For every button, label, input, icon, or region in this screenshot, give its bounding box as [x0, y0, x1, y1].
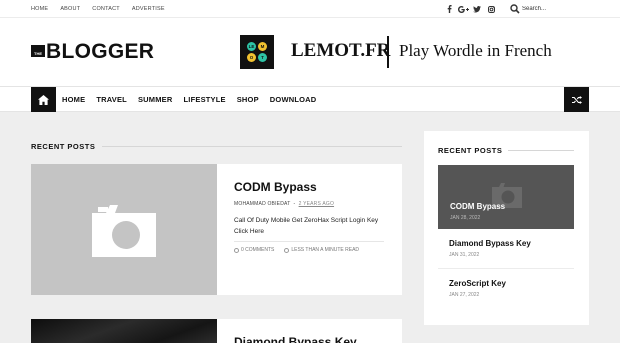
top-nav: HOME ABOUT CONTACT ADVERTISE — [31, 0, 177, 18]
post-divider — [234, 241, 384, 242]
ad-logo: LE M O T — [240, 35, 274, 69]
nav-items: HOME TRAVEL SUMMER LIFESTYLE SHOP DOWNLO… — [62, 87, 327, 112]
post-title[interactable]: CODM Bypass — [234, 180, 317, 194]
sidebar-featured-post[interactable]: CODM Bypass JAN 28, 2022 — [438, 165, 574, 229]
home-button[interactable] — [31, 87, 56, 112]
ad-banner[interactable]: LE M O T LEMOT.FR Play Wordle in French — [240, 33, 580, 71]
sidebar-heading: RECENT POSTS — [438, 146, 503, 155]
sidebar-post-title[interactable]: Diamond Bypass Key — [449, 239, 531, 248]
post-card[interactable]: Diamond Bypass Key — [31, 319, 402, 343]
shuffle-icon — [571, 95, 582, 104]
google-plus-icon[interactable] — [456, 0, 470, 18]
recent-posts-heading: RECENT POSTS — [31, 142, 96, 151]
sidebar-post-date: JAN 31, 2022 — [449, 252, 480, 258]
sidebar: RECENT POSTS CODM Bypass JAN 28, 2022 Di… — [424, 131, 589, 325]
top-link-advertise[interactable]: ADVERTISE — [132, 6, 165, 12]
sidebar-divider — [508, 150, 574, 151]
post-meta: MOHAMMAD OBIEDAT - 2 YEARS AGO — [234, 201, 334, 207]
social-links — [442, 0, 498, 18]
nav-item-travel[interactable]: TRAVEL — [96, 95, 127, 104]
ad-logo-letter: T — [258, 53, 267, 62]
shuffle-button[interactable] — [564, 87, 589, 112]
search-icon[interactable] — [510, 4, 520, 14]
nav-item-summer[interactable]: SUMMER — [138, 95, 173, 104]
sidebar-post-date: JAN 27, 2022 — [449, 292, 480, 298]
nav-item-lifestyle[interactable]: LIFESTYLE — [184, 95, 226, 104]
comment-icon — [234, 247, 239, 253]
featured-post-title[interactable]: CODM Bypass — [450, 202, 505, 211]
ad-tagline: Play Wordle in French — [399, 41, 552, 60]
post-title[interactable]: Diamond Bypass Key — [234, 335, 357, 343]
sidebar-post-title[interactable]: ZeroScript Key — [449, 279, 506, 288]
main-nav: HOME TRAVEL SUMMER LIFESTYLE SHOP DOWNLO… — [0, 86, 620, 112]
camera-icon — [92, 204, 156, 257]
meta-separator: - — [291, 201, 299, 207]
featured-post-date: JAN 28, 2022 — [450, 215, 481, 221]
post-footer: 0 COMMENTS LESS THAN A MINUTE READ — [234, 247, 359, 253]
logo-badge: THE — [31, 45, 45, 57]
post-thumbnail[interactable] — [31, 164, 217, 295]
nav-item-shop[interactable]: SHOP — [237, 95, 259, 104]
home-icon — [38, 94, 49, 105]
logo-text: BLOGGER — [46, 39, 155, 63]
sidebar-item-divider — [438, 268, 574, 269]
post-read-time: LESS THAN A MINUTE READ — [291, 247, 360, 253]
post-comments[interactable]: 0 COMMENTS — [241, 247, 274, 253]
ad-logo-letter: O — [247, 53, 256, 62]
post-excerpt: Call Of Duty Mobile Get ZeroHax Script L… — [234, 217, 379, 235]
ad-brand: LEMOT.FR — [291, 40, 391, 61]
nav-item-home[interactable]: HOME — [62, 95, 85, 104]
ad-divider — [387, 36, 389, 68]
post-date: 2 YEARS AGO — [298, 201, 335, 207]
ad-logo-letter: M — [258, 42, 267, 51]
post-thumbnail[interactable] — [31, 319, 217, 343]
top-link-contact[interactable]: CONTACT — [92, 6, 120, 12]
top-link-about[interactable]: ABOUT — [60, 6, 80, 12]
top-link-home[interactable]: HOME — [31, 6, 48, 12]
twitter-icon[interactable] — [470, 0, 484, 18]
facebook-icon[interactable] — [442, 0, 456, 18]
top-bar: HOME ABOUT CONTACT ADVERTISE — [0, 0, 620, 18]
clock-icon — [284, 247, 290, 253]
search-input[interactable] — [522, 2, 602, 16]
post-author[interactable]: MOHAMMAD OBIEDAT — [234, 201, 290, 207]
nav-item-download[interactable]: DOWNLOAD — [270, 95, 317, 104]
site-logo[interactable]: THE BLOGGER — [31, 40, 154, 62]
instagram-icon[interactable] — [484, 0, 498, 18]
section-divider — [102, 146, 402, 147]
post-card[interactable]: CODM Bypass MOHAMMAD OBIEDAT - 2 YEARS A… — [31, 164, 402, 295]
site-header: THE BLOGGER LE M O T LEMOT.FR Play Wordl… — [0, 18, 620, 86]
ad-logo-letter: LE — [247, 42, 256, 51]
